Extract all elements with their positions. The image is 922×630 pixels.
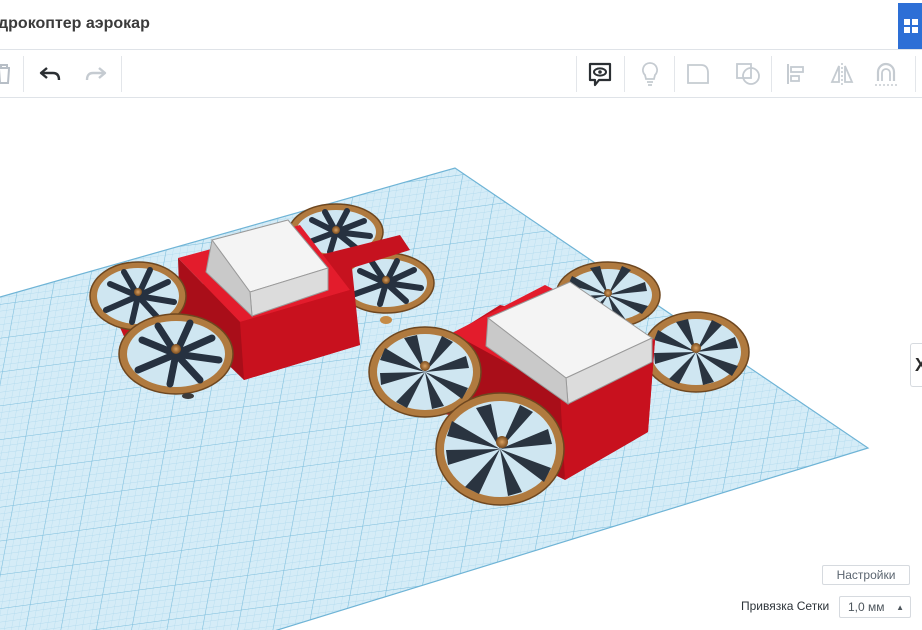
caret-up-icon: ▲ bbox=[896, 603, 904, 612]
ungroup-button[interactable] bbox=[728, 50, 768, 98]
toolbar-separator bbox=[121, 56, 122, 92]
rotor bbox=[435, 392, 565, 506]
toolbar-separator bbox=[674, 56, 675, 92]
snap-grid-label: Привязка Сетки bbox=[741, 599, 830, 613]
mirror-icon bbox=[830, 63, 854, 85]
group-icon bbox=[687, 64, 709, 84]
title-bar: дрокоптер аэрокар bbox=[0, 0, 922, 50]
redo-icon bbox=[85, 67, 107, 81]
undo-icon bbox=[39, 67, 61, 81]
align-button[interactable] bbox=[776, 50, 816, 98]
delete-button[interactable] bbox=[0, 50, 14, 98]
cruise-button[interactable] bbox=[866, 50, 906, 98]
scene bbox=[0, 167, 870, 630]
notes-button[interactable] bbox=[580, 50, 620, 98]
toolbar-separator bbox=[23, 56, 24, 92]
ungroup-icon bbox=[736, 63, 760, 85]
toolbar-separator bbox=[915, 56, 916, 92]
toolbar-separator bbox=[624, 56, 625, 92]
undo-button[interactable] bbox=[34, 50, 66, 98]
trash-icon bbox=[0, 64, 10, 84]
grid-icon bbox=[904, 19, 918, 33]
settings-button[interactable]: Настройки bbox=[822, 565, 910, 585]
align-icon bbox=[787, 64, 804, 84]
mirror-button[interactable] bbox=[822, 50, 862, 98]
redo-button[interactable] bbox=[80, 50, 112, 98]
design-title[interactable]: дрокоптер аэрокар bbox=[0, 15, 150, 33]
grid-view-button[interactable] bbox=[898, 3, 922, 49]
cruise-icon bbox=[875, 62, 897, 86]
toolbar-separator bbox=[771, 56, 772, 92]
toolbar-separator bbox=[576, 56, 577, 92]
light-bulb-icon bbox=[642, 62, 658, 86]
snap-grid-select[interactable]: 1,0 мм ▲ bbox=[839, 596, 911, 618]
rotor bbox=[642, 311, 750, 393]
3d-viewport[interactable] bbox=[0, 98, 922, 630]
side-panel-tab[interactable]: X bbox=[910, 343, 922, 387]
snap-grid-value: 1,0 мм bbox=[848, 600, 885, 614]
group-button[interactable] bbox=[678, 50, 718, 98]
toolbar bbox=[0, 50, 922, 98]
notes-icon bbox=[588, 62, 612, 87]
light-bulb-button[interactable] bbox=[630, 50, 670, 98]
